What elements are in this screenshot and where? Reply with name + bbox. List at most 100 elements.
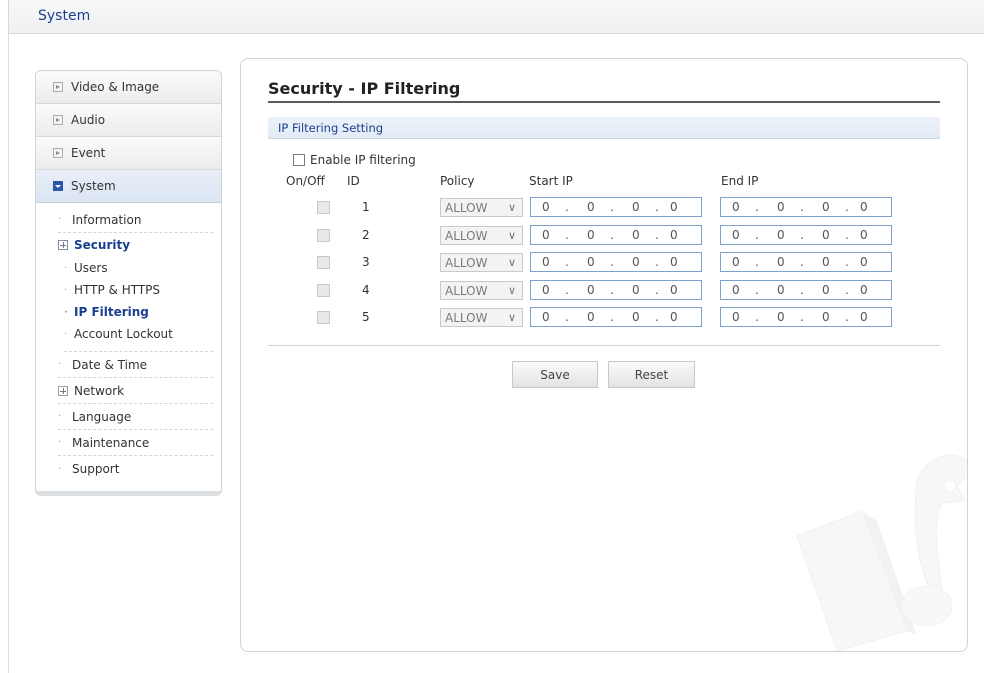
ip-octet[interactable]: 0 <box>587 255 595 269</box>
sidebar-item-audio[interactable]: Audio <box>36 104 221 137</box>
ip-octet[interactable]: 0 <box>860 310 868 324</box>
ip-octet[interactable]: 0 <box>822 255 830 269</box>
row-onoff-checkbox[interactable] <box>317 311 330 324</box>
expand-plus-icon[interactable] <box>58 240 68 250</box>
row-end-ip-input[interactable]: 0. 0. 0. 0 <box>720 307 892 327</box>
row-onoff-checkbox[interactable] <box>317 201 330 214</box>
bullet-icon: · <box>58 411 62 422</box>
ip-octet[interactable]: 0 <box>777 228 785 242</box>
sidebar-item-event[interactable]: Event <box>36 137 221 170</box>
ip-dot: . <box>800 255 804 269</box>
section-header: IP Filtering Setting <box>268 117 940 139</box>
row-onoff-checkbox[interactable] <box>317 256 330 269</box>
bullet-icon: · <box>64 284 68 296</box>
enable-ip-filtering-checkbox[interactable] <box>293 154 305 166</box>
row-start-ip-input[interactable]: 0. 0. 0. 0 <box>530 279 702 300</box>
row-start-ip-input[interactable]: 0. 0. 0. 0 <box>530 307 702 327</box>
ip-octet[interactable]: 0 <box>542 283 550 297</box>
ip-octet[interactable]: 0 <box>777 200 785 214</box>
ip-dot: . <box>800 200 804 214</box>
ip-octet[interactable]: 0 <box>732 283 740 297</box>
expand-plus-icon[interactable] <box>58 385 68 396</box>
ip-octet[interactable]: 0 <box>670 283 678 297</box>
policy-value: ALLOW <box>445 283 488 298</box>
ip-octet[interactable]: 0 <box>860 283 868 297</box>
ip-octet[interactable]: 0 <box>542 255 550 269</box>
row-policy-select[interactable]: ALLOW ∨ <box>440 280 523 300</box>
ip-octet[interactable]: 0 <box>860 228 868 242</box>
ip-octet[interactable]: 0 <box>670 228 678 242</box>
row-policy-select[interactable]: ALLOW ∨ <box>440 253 523 272</box>
ip-octet[interactable]: 0 <box>860 200 868 214</box>
ip-dot: . <box>755 282 759 297</box>
sidebar-item-label: Video & Image <box>71 80 160 94</box>
ip-octet[interactable]: 0 <box>670 310 678 324</box>
ip-dot: . <box>565 200 569 214</box>
sidebar-item-users[interactable]: · Users <box>64 257 213 279</box>
ip-dot: . <box>845 200 849 214</box>
ip-dot: . <box>565 255 569 269</box>
ip-octet[interactable]: 0 <box>587 200 595 214</box>
ip-octet[interactable]: 0 <box>587 310 595 324</box>
ip-octet[interactable]: 0 <box>777 283 785 297</box>
row-policy-select[interactable]: ALLOW ∨ <box>440 225 523 245</box>
ip-octet[interactable]: 0 <box>632 228 640 242</box>
row-onoff-checkbox[interactable] <box>317 228 330 242</box>
ip-octet[interactable]: 0 <box>732 310 740 324</box>
sidebar-item-information[interactable]: · Information <box>58 207 213 233</box>
ip-octet[interactable]: 0 <box>822 310 830 324</box>
ip-dot: . <box>655 200 659 214</box>
ip-octet[interactable]: 0 <box>587 283 595 297</box>
row-end-ip-input[interactable]: 0. 0. 0. 0 <box>720 224 892 245</box>
row-end-ip-input[interactable]: 0. 0. 0. 0 <box>720 197 892 217</box>
ip-octet[interactable]: 0 <box>670 200 678 214</box>
row-start-ip-input[interactable]: 0. 0. 0. 0 <box>530 252 702 272</box>
ip-dot: . <box>565 282 569 297</box>
row-onoff-checkbox[interactable] <box>317 283 330 297</box>
sidebar-item-ip-filtering[interactable]: · IP Filtering <box>64 301 213 323</box>
enable-ip-filtering[interactable]: Enable IP filtering <box>293 153 416 167</box>
sidebar-item-http-https[interactable]: · HTTP & HTTPS <box>64 279 213 301</box>
ip-octet[interactable]: 0 <box>632 200 640 214</box>
ip-octet[interactable]: 0 <box>587 228 595 242</box>
ip-octet[interactable]: 0 <box>542 310 550 324</box>
sidebar-item-video-image[interactable]: Video & Image <box>36 71 221 104</box>
ip-octet[interactable]: 0 <box>632 310 640 324</box>
column-header-id: ID <box>347 174 360 188</box>
ip-octet[interactable]: 0 <box>542 200 550 214</box>
sidebar-item-system[interactable]: System <box>36 170 221 203</box>
sidebar-item-date-time[interactable]: · Date & Time <box>58 352 213 378</box>
expand-arrow-icon <box>53 82 63 92</box>
sidebar-item-security[interactable]: Security <box>58 233 213 257</box>
ip-octet[interactable]: 0 <box>777 310 785 324</box>
reset-button[interactable]: Reset <box>608 361 695 388</box>
ip-octet[interactable]: 0 <box>860 255 868 269</box>
ip-octet[interactable]: 0 <box>632 283 640 297</box>
sidebar-item-account-lockout[interactable]: · Account Lockout <box>64 323 213 345</box>
ip-octet[interactable]: 0 <box>732 200 740 214</box>
sidebar-item-maintenance[interactable]: · Maintenance <box>58 430 213 456</box>
row-policy-select[interactable]: ALLOW ∨ <box>440 198 523 217</box>
ip-octet[interactable]: 0 <box>822 283 830 297</box>
ip-dot: . <box>610 227 614 242</box>
ip-octet[interactable]: 0 <box>732 255 740 269</box>
sidebar-item-label: HTTP & HTTPS <box>74 283 161 297</box>
ip-octet[interactable]: 0 <box>542 228 550 242</box>
ip-octet[interactable]: 0 <box>632 255 640 269</box>
row-end-ip-input[interactable]: 0. 0. 0. 0 <box>720 252 892 272</box>
ip-octet[interactable]: 0 <box>822 200 830 214</box>
sidebar-item-language[interactable]: · Language <box>58 404 213 430</box>
row-start-ip-input[interactable]: 0. 0. 0. 0 <box>530 224 702 245</box>
save-button[interactable]: Save <box>512 361 598 388</box>
ip-octet[interactable]: 0 <box>777 255 785 269</box>
row-policy-select[interactable]: ALLOW ∨ <box>440 308 523 327</box>
sidebar-item-label: Date & Time <box>72 357 148 372</box>
row-end-ip-input[interactable]: 0. 0. 0. 0 <box>720 279 892 300</box>
ip-octet[interactable]: 0 <box>822 228 830 242</box>
row-id: 4 <box>362 282 370 297</box>
ip-octet[interactable]: 0 <box>670 255 678 269</box>
row-start-ip-input[interactable]: 0. 0. 0. 0 <box>530 197 702 217</box>
sidebar-item-network[interactable]: Network <box>58 378 213 404</box>
sidebar-item-support[interactable]: · Support <box>58 456 213 482</box>
ip-octet[interactable]: 0 <box>732 228 740 242</box>
